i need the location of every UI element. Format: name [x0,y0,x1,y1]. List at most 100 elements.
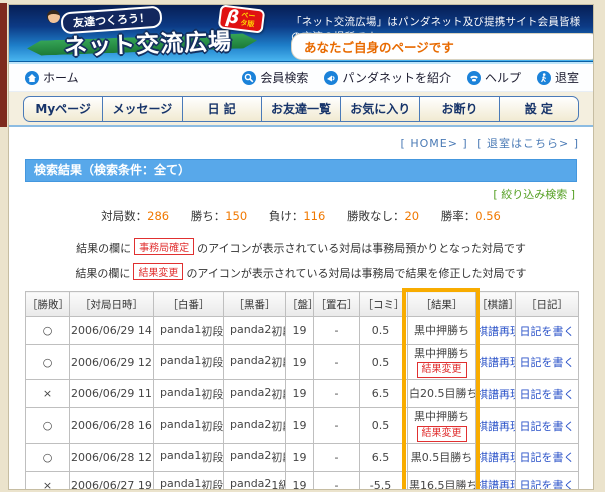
stat-value: 20 [404,209,419,223]
results-table: ［勝敗］［対局日時］［白番］［黒番］［盤］［置石］［コミ］［結果］［棋譜］［日記… [25,291,579,490]
exit-label: 退室 [555,69,579,86]
site-logo: 友達つくろう！ ネット交流広場 β ベータ版 [27,7,277,61]
black-player-cell: panda2初段 [224,345,286,380]
kifu-replay-link[interactable]: 棋譜再現 [477,420,516,433]
white-player-name: panda1 [160,354,201,370]
nav-tab[interactable]: 日 記 [182,97,261,121]
kifu-cell: 棋譜再現 [476,408,516,443]
write-diary-link[interactable]: 日記を書く [520,420,575,433]
write-diary-link[interactable]: 日記を書く [520,388,575,401]
win-loss-mark: ○ [26,408,70,443]
game-row: × 2006/06/29 11:28 panda1初段★ panda2初段★ 1… [26,380,579,408]
character-face-icon [47,10,60,23]
game-outcome: 黒中押勝ち [409,323,474,338]
stat-value: 286 [147,209,169,223]
result-cell: 黒中押勝ち 結果変更 [408,345,476,380]
note-prefix: 結果の欄に [75,267,130,280]
white-player-rank: 初段★ [201,449,223,465]
utility-nav: ホーム 会員検索 パンダネットを紹介 ヘルプ 退室 [9,64,593,92]
handicap-stones: - [314,345,360,380]
phone-icon [467,71,481,85]
nav-tab[interactable]: メッセージ [102,97,181,121]
komi-value: 0.5 [360,408,408,443]
help-link[interactable]: ヘルプ [467,69,521,86]
kifu-cell: 棋譜再現 [476,443,516,471]
stat-item: 勝率：0.56 [441,209,501,223]
nav-tab[interactable]: お断り [419,97,498,121]
game-row: ○ 2006/06/28 12:12 panda1初段★ panda2初段★ 1… [26,443,579,471]
win-loss-mark: ○ [26,345,70,380]
stat-item: 負け：116 [269,209,325,223]
diary-cell: 日記を書く [516,471,579,490]
diary-cell: 日記を書く [516,408,579,443]
black-player-rank: 初段 [271,323,285,339]
kifu-replay-link[interactable]: 棋譜再現 [477,451,516,464]
breadcrumb-exit-link[interactable]: [ 退室はこちら> ] [477,137,579,150]
kifu-cell: 棋譜再現 [476,380,516,408]
nav-tab[interactable]: お友達一覧 [261,97,340,121]
home-link[interactable]: ホーム [25,69,79,86]
section-title: 検索結果（検索条件：全て） [25,159,577,182]
nav-tab[interactable]: 設 定 [499,97,578,121]
column-header: ［勝敗］ [26,292,70,317]
black-player-rank: 初段 [271,354,285,370]
page-edge-strip [0,3,7,127]
white-player-name: panda1 [160,386,201,402]
game-outcome: 黒16.5目勝ち [409,478,474,490]
note-badge: 事務局確定 [134,238,194,255]
nav-tab[interactable]: Myページ [24,97,102,121]
board-size: 19 [286,345,314,380]
black-player-cell: panda2初段 [224,408,286,443]
win-loss-mark: ○ [26,443,70,471]
board-size: 19 [286,317,314,345]
nav-tab[interactable]: お気に入り [340,97,419,121]
diary-cell: 日記を書く [516,345,579,380]
result-cell: 白20.5目勝ち [408,380,476,408]
handicap-stones: - [314,380,360,408]
member-search-link[interactable]: 会員検索 [242,69,308,86]
result-cell: 黒中押勝ち [408,317,476,345]
results-table-wrap: ［勝敗］［対局日時］［白番］［黒番］［盤］［置石］［コミ］［結果］［棋譜］［日記… [25,291,591,490]
stat-value: 116 [303,209,325,223]
black-player-cell: panda2初段★ [224,380,286,408]
game-row: ○ 2006/06/29 14:38 panda1初段★ panda2初段 19… [26,317,579,345]
kifu-replay-link[interactable]: 棋譜再現 [477,325,516,338]
stat-item: 勝敗なし：20 [347,209,419,223]
black-player-name: panda2 [230,477,271,490]
write-diary-link[interactable]: 日記を書く [520,356,575,369]
komi-value: 6.5 [360,443,408,471]
kifu-replay-link[interactable]: 棋譜再現 [477,356,516,369]
kifu-replay-link[interactable]: 棋譜再現 [477,388,516,401]
white-player-rank: 初段★ [201,354,223,370]
member-search-label: 会員検索 [260,69,308,86]
refine-search-link[interactable]: [ 絞り込み検索 ] [493,188,575,201]
game-outcome: 黒0.5目勝ち [409,450,474,465]
write-diary-link[interactable]: 日記を書く [520,451,575,464]
win-loss-mark: ○ [26,317,70,345]
write-diary-link[interactable]: 日記を書く [520,479,575,490]
breadcrumb: [ HOME> ] [ 退室はこちら> ] [9,135,579,151]
black-player-name: panda2 [230,323,271,339]
note-prefix: 結果の欄に [76,242,131,255]
introduce-pandanet-label: パンダネットを紹介 [342,69,451,86]
introduce-pandanet-link[interactable]: パンダネットを紹介 [324,69,451,86]
diary-cell: 日記を書く [516,443,579,471]
column-header: ［盤］ [286,292,314,317]
walking-person-icon [537,71,551,85]
komi-value: -5.5 [360,471,408,490]
write-diary-link[interactable]: 日記を書く [520,325,575,338]
kifu-replay-link[interactable]: 棋譜再現 [477,479,516,490]
legend-note: 結果の欄に結果変更のアイコンが表示されている対局は事務局で結果を修正した対局です [9,263,593,281]
page-frame: 友達つくろう！ ネット交流広場 β ベータ版 「ネット交流広場」はパンダネット及… [8,4,594,490]
black-player-rank: 初段★ [271,386,285,402]
breadcrumb-home-link[interactable]: [ HOME> ] [401,137,468,150]
note-suffix: のアイコンが表示されている対局は事務局で結果を修正した対局です [186,267,526,280]
board-size: 19 [286,471,314,490]
game-outcome: 黒中押勝ち [409,409,474,424]
exit-link[interactable]: 退室 [537,69,579,86]
black-player-cell: panda2初段★ [224,443,286,471]
note-suffix: のアイコンが表示されている対局は事務局預かりとなった対局です [197,242,526,255]
stat-value: 0.56 [475,209,501,223]
legend-note: 結果の欄に事務局確定のアイコンが表示されている対局は事務局預かりとなった対局です [9,238,593,256]
black-player-name: panda2 [230,449,271,465]
